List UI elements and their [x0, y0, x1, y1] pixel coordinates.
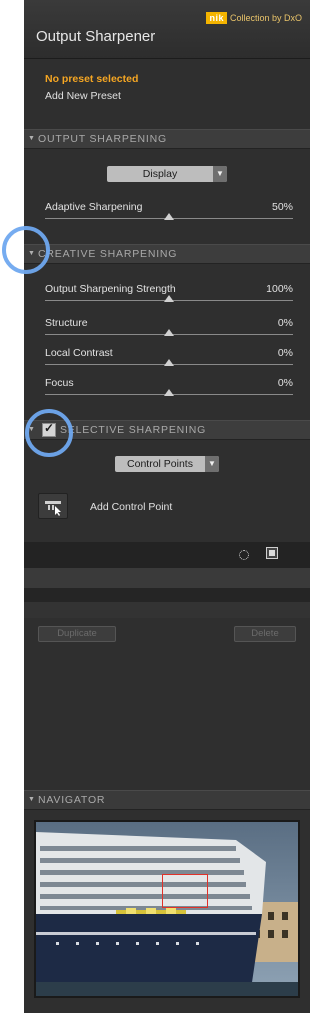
delete-button[interactable]: Delete	[234, 626, 296, 642]
slider-thumb[interactable]	[164, 295, 174, 302]
slider-value: 100%	[266, 283, 293, 295]
slider-thumb[interactable]	[164, 329, 174, 336]
preset-area: No preset selected Add New Preset	[24, 59, 310, 129]
highlight-circle	[25, 409, 73, 457]
slider-label: Local Contrast	[45, 347, 113, 359]
slider-label: Adaptive Sharpening	[45, 201, 143, 213]
creative-sharpening-label: CREATIVE SHARPENING	[38, 248, 178, 260]
nik-logo: nik	[206, 12, 227, 24]
structure-slider[interactable]: Structure 0%	[45, 317, 293, 341]
navigator-header[interactable]: ▼ NAVIGATOR	[24, 790, 310, 810]
selective-sharpening-label: SELECTIVE SHARPENING	[60, 424, 207, 436]
control-point-list-footer	[24, 602, 310, 618]
slider-thumb[interactable]	[164, 213, 174, 220]
ship-thumbnail-image	[36, 822, 298, 996]
slider-value: 0%	[277, 377, 293, 389]
focus-slider[interactable]: Focus 0%	[45, 377, 293, 401]
panel-title: Output Sharpener	[36, 28, 156, 45]
display-dropdown[interactable]: Display ▼	[107, 166, 227, 182]
brand-text: Collection by DxO	[229, 13, 302, 23]
output-sharpener-panel: nik Collection by DxO Output Sharpener N…	[24, 0, 310, 1013]
slider-label: Output Sharpening Strength	[45, 283, 176, 295]
control-point-list-divider	[24, 588, 310, 602]
slider-label: Focus	[45, 377, 74, 389]
duplicate-button[interactable]: Duplicate	[38, 626, 116, 642]
slider-label: Structure	[45, 317, 88, 329]
mask-view-icon[interactable]	[266, 547, 278, 559]
local-contrast-slider[interactable]: Local Contrast 0%	[45, 347, 293, 371]
creative-sharpening-header[interactable]: ▼ CREATIVE SHARPENING	[24, 244, 310, 264]
output-sharpening-header[interactable]: ▼ OUTPUT SHARPENING	[24, 129, 310, 149]
panel-header: nik Collection by DxO Output Sharpener	[24, 0, 310, 59]
adaptive-sharpening-slider[interactable]: Adaptive Sharpening 50%	[45, 201, 293, 225]
dropdown-arrow-icon: ▼	[205, 456, 219, 472]
display-dropdown-value: Display	[142, 168, 178, 180]
navigator-view-rectangle[interactable]	[162, 874, 208, 908]
navigator-preview[interactable]	[34, 820, 300, 998]
highlight-circle	[2, 226, 50, 274]
slider-value: 0%	[277, 317, 293, 329]
control-points-dropdown-value: Control Points	[127, 458, 193, 470]
control-point-tool-icon	[45, 501, 61, 516]
slider-thumb[interactable]	[164, 389, 174, 396]
navigator-thumbnail	[36, 822, 298, 996]
control-point-list	[24, 568, 310, 588]
slider-thumb[interactable]	[164, 359, 174, 366]
add-control-point-label[interactable]: Add Control Point	[90, 501, 172, 513]
show-all-ring-icon[interactable]	[239, 550, 249, 560]
brand: nik Collection by DxO	[206, 12, 302, 24]
add-new-preset-link[interactable]: Add New Preset	[45, 90, 121, 102]
slider-value: 50%	[271, 201, 293, 213]
output-sharpening-label: OUTPUT SHARPENING	[38, 133, 167, 145]
navigator-label: NAVIGATOR	[38, 794, 106, 806]
add-control-point-button[interactable]	[38, 493, 68, 519]
slider-value: 0%	[277, 347, 293, 359]
preset-status: No preset selected	[45, 73, 139, 85]
dropdown-arrow-icon: ▼	[213, 166, 227, 182]
collapse-triangle-icon: ▼	[28, 135, 36, 142]
output-sharpening-strength-slider[interactable]: Output Sharpening Strength 100%	[45, 283, 293, 307]
collapse-triangle-icon: ▼	[28, 796, 35, 803]
control-points-dropdown[interactable]: Control Points ▼	[115, 456, 219, 472]
